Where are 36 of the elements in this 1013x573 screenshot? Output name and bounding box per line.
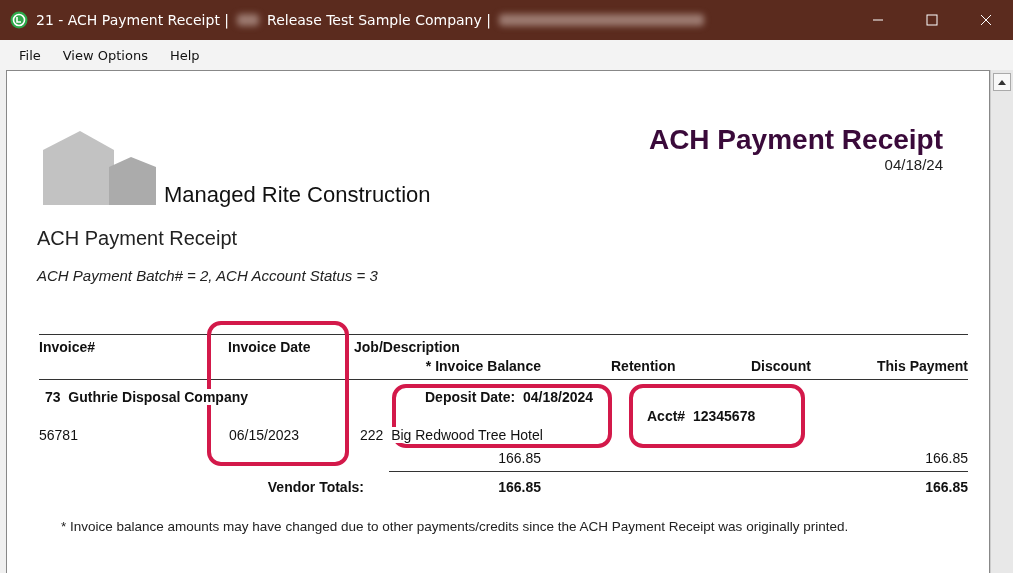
vendor-name: 73 Guthrie Disposal Company [44,388,250,407]
report-title: ACH Payment Receipt [648,124,943,156]
scroll-up-button[interactable] [993,73,1011,91]
column-header: Retention [610,357,677,376]
window-title: Release Test Sample Company | [267,12,491,28]
close-icon [980,14,992,26]
column-header: Invoice# [39,338,97,357]
column-header: This Payment [875,357,968,376]
report-date: 04/18/24 [884,156,943,173]
maximize-icon [926,14,938,26]
table-cell-text: 06/15/2023 [228,426,301,445]
window-title: 21 - ACH Payment Receipt | [36,12,230,28]
house-logo-icon [43,131,156,205]
menu-item[interactable]: View Options [53,43,157,67]
table-cell-text: 222 Big Redwood Tree Hotel [359,426,544,445]
column-header: * Invoice Balance [424,357,542,376]
footnote: * Invoice balance amounts may have changed due to other payments/credits since the ACH Payment Receipt was originally printed. [60,519,850,534]
table-cell-text: 56781 [39,426,79,445]
table-cell-text: 166.85 [924,478,968,497]
redacted-text [237,14,260,26]
column-header: Invoice Date [227,338,312,357]
up-arrow-icon [998,79,1006,85]
column-header: Job/Description [354,338,461,357]
column-header: Discount [750,357,812,376]
report-subtitle: ACH Payment Receipt [37,227,239,250]
table-cell-text: 166.85 [924,449,968,468]
deposit-date: Deposit Date: 04/18/2024 [424,388,595,407]
app-logo-icon [10,11,28,29]
company-name: Managed Rite Construction [164,182,431,208]
menu-item[interactable]: Help [160,43,209,67]
menu-item[interactable]: File [10,43,50,67]
batch-info: ACH Payment Batch# = 2, ACH Account Status = 3 [37,267,379,284]
totals-label: Vendor Totals: [266,478,364,497]
table-cell-text: 166.85 [497,449,542,468]
scrollbar[interactable] [990,70,1013,573]
account-number: Acct# 12345678 [646,407,757,426]
